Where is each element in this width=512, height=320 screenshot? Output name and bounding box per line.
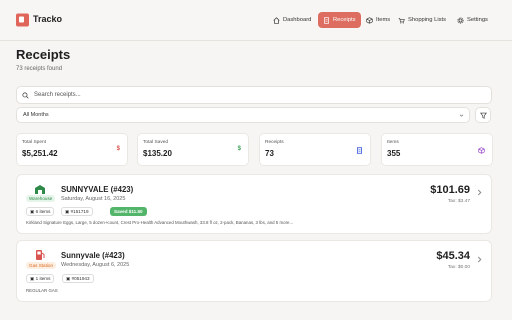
- receipt-total: $101.69: [430, 184, 470, 196]
- category-badge: Warehouse: [26, 195, 56, 202]
- nav-items-label: Items: [376, 17, 391, 23]
- stat-label: Total Saved: [143, 140, 169, 145]
- search-input[interactable]: Search receipts...: [16, 86, 492, 104]
- receipt-card[interactable]: Warehouse SUNNYVALE (#423) Saturday, Aug…: [16, 174, 492, 234]
- receipt-date: Saturday, August 16, 2025: [61, 196, 126, 202]
- warehouse-icon: [35, 185, 45, 194]
- nav-shopping-lists[interactable]: Shopping Lists: [393, 12, 451, 28]
- stat-label: Total Spent: [22, 140, 47, 145]
- filter-button[interactable]: [475, 107, 491, 123]
- item-count: 1 items: [35, 276, 51, 281]
- item-count: 6 items: [35, 209, 51, 214]
- stat-items: Items 355: [381, 133, 493, 166]
- app-name[interactable]: Tracko: [33, 14, 62, 24]
- receipt-total: $45.34: [436, 250, 470, 262]
- nav-items[interactable]: Items: [361, 12, 395, 28]
- receipt-number-badge: ▣ #151719: [61, 207, 93, 216]
- receipt-number: #151719: [70, 209, 89, 214]
- receipt-items-summary: Kirkland Signature Eggs, Large, 5 dozen+…: [26, 220, 294, 225]
- chevron-down-icon: [459, 114, 464, 117]
- filter-icon: [480, 112, 487, 119]
- stat-value: $5,251.42: [22, 149, 58, 158]
- stat-total-spent: Total Spent $5,251.42 $: [16, 133, 128, 166]
- dollar-icon: $: [237, 146, 241, 152]
- receipt-items-summary: REGULAR GAS: [26, 288, 58, 293]
- receipt-card[interactable]: Gas Station Sunnyvale (#423) Wednesday, …: [16, 240, 492, 302]
- month-filter-value: All Months: [23, 112, 49, 118]
- receipt-number-badge: ▣ #051943: [62, 274, 94, 283]
- stat-value: 355: [387, 149, 401, 158]
- item-count-badge: ▣ 1 items: [26, 274, 55, 283]
- box-icon: [366, 16, 373, 24]
- receipt-tax: Tax: $3.47: [447, 199, 470, 204]
- nav-shopping-lists-label: Shopping Lists: [408, 17, 447, 23]
- page-title: Receipts: [16, 47, 71, 62]
- tracko-logo-icon[interactable]: [16, 13, 29, 27]
- category-badge: Gas Station: [26, 262, 57, 269]
- chevron-right-icon[interactable]: [477, 189, 482, 196]
- saved-badge: Saved $11.50: [110, 207, 147, 216]
- nav-receipts[interactable]: Receipts: [318, 12, 361, 28]
- gear-icon: [457, 16, 464, 24]
- fuel-icon: [36, 250, 45, 260]
- stat-label: Items: [387, 140, 399, 145]
- month-filter-select[interactable]: All Months: [16, 107, 470, 123]
- receipt-number: #051943: [71, 276, 90, 281]
- receipt-tax: Tax: $0.00: [447, 265, 470, 270]
- store-name: Sunnyvale (#423): [61, 251, 125, 260]
- nav-receipts-label: Receipts: [333, 17, 356, 23]
- chevron-right-icon[interactable]: [477, 256, 482, 263]
- stat-total-saved: Total Saved $135.20 $: [137, 133, 249, 166]
- receipt-count: 73 receipts found: [16, 66, 63, 72]
- receipt-icon: [356, 147, 363, 154]
- nav-settings[interactable]: Settings: [452, 12, 493, 28]
- stat-value: $135.20: [143, 149, 172, 158]
- box-icon: [478, 147, 485, 154]
- receipt-date: Wednesday, August 6, 2025: [61, 262, 130, 268]
- receipt-icon: [324, 16, 329, 24]
- stat-value: 73: [265, 149, 274, 158]
- nav-settings-label: Settings: [467, 17, 488, 23]
- stat-label: Receipts: [265, 140, 284, 145]
- top-navigation-bar: Tracko Dashboard Receipts Items Shopping…: [0, 0, 512, 41]
- home-icon: [273, 16, 280, 24]
- stat-receipts: Receipts 73: [259, 133, 371, 166]
- search-placeholder: Search receipts...: [34, 92, 81, 98]
- store-name: SUNNYVALE (#423): [61, 185, 134, 194]
- search-icon: [22, 92, 29, 99]
- item-count-badge: ▣ 6 items: [26, 207, 55, 216]
- dollar-icon: $: [116, 146, 120, 152]
- nav-dashboard[interactable]: Dashboard: [268, 12, 316, 28]
- nav-dashboard-label: Dashboard: [283, 17, 312, 23]
- cart-icon: [398, 17, 405, 23]
